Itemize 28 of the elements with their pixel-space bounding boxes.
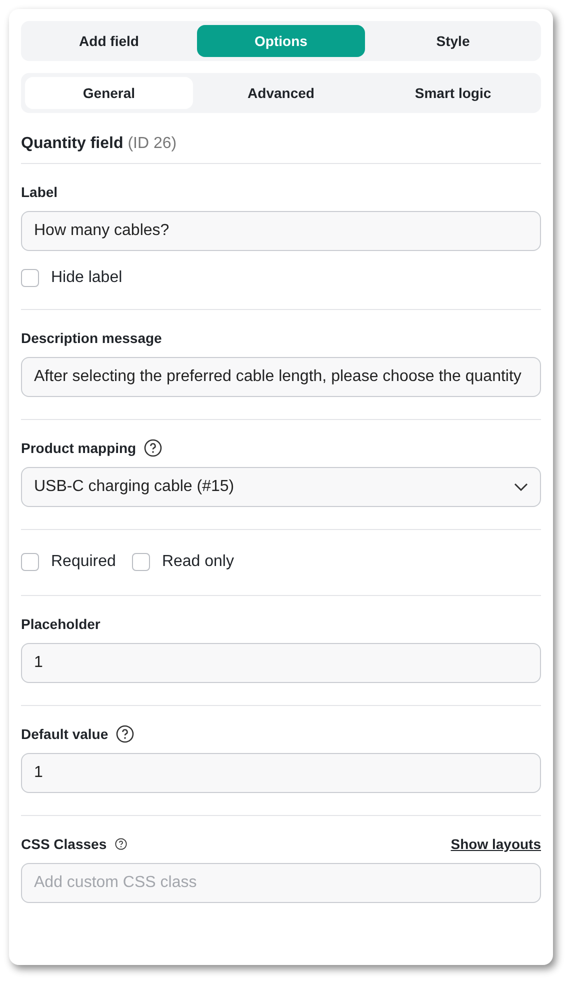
chevron-down-icon xyxy=(514,483,528,491)
field-label: CSS Classes xyxy=(21,836,107,852)
checkbox[interactable] xyxy=(21,553,39,571)
subtab[interactable]: General xyxy=(25,77,193,109)
field-title: Quantity field (ID 26) xyxy=(21,113,541,164)
field-label: Description message xyxy=(21,330,162,346)
checkbox[interactable] xyxy=(132,553,150,571)
field-label: Default value xyxy=(21,726,108,742)
field-label: Placeholder xyxy=(21,616,100,632)
input-field[interactable]: After selecting the preferred cable length, please choose the quantity xyxy=(21,357,541,397)
checkbox[interactable] xyxy=(21,269,39,287)
product-select[interactable]: USB-C charging cable (#15) xyxy=(21,467,541,507)
help-icon[interactable] xyxy=(114,838,127,850)
subtab[interactable]: Advanced xyxy=(197,77,365,109)
help-icon[interactable] xyxy=(144,439,162,457)
input-field[interactable]: 1 xyxy=(21,643,541,683)
field-label: Label xyxy=(21,184,58,200)
input-field[interactable]: 1 xyxy=(21,753,541,793)
tab[interactable]: Add field xyxy=(25,25,193,57)
help-icon[interactable] xyxy=(116,725,134,743)
checkbox-label: Required xyxy=(51,553,116,571)
input-field[interactable]: How many cables? xyxy=(21,211,541,251)
field-label: Product mapping xyxy=(21,440,136,456)
tab[interactable]: Style xyxy=(369,25,537,57)
show-layouts-link[interactable]: Show layouts xyxy=(450,836,541,852)
checkbox-label: Hide label xyxy=(51,269,122,287)
subtab[interactable]: Smart logic xyxy=(369,77,537,109)
checkbox-label: Read only xyxy=(162,553,234,571)
